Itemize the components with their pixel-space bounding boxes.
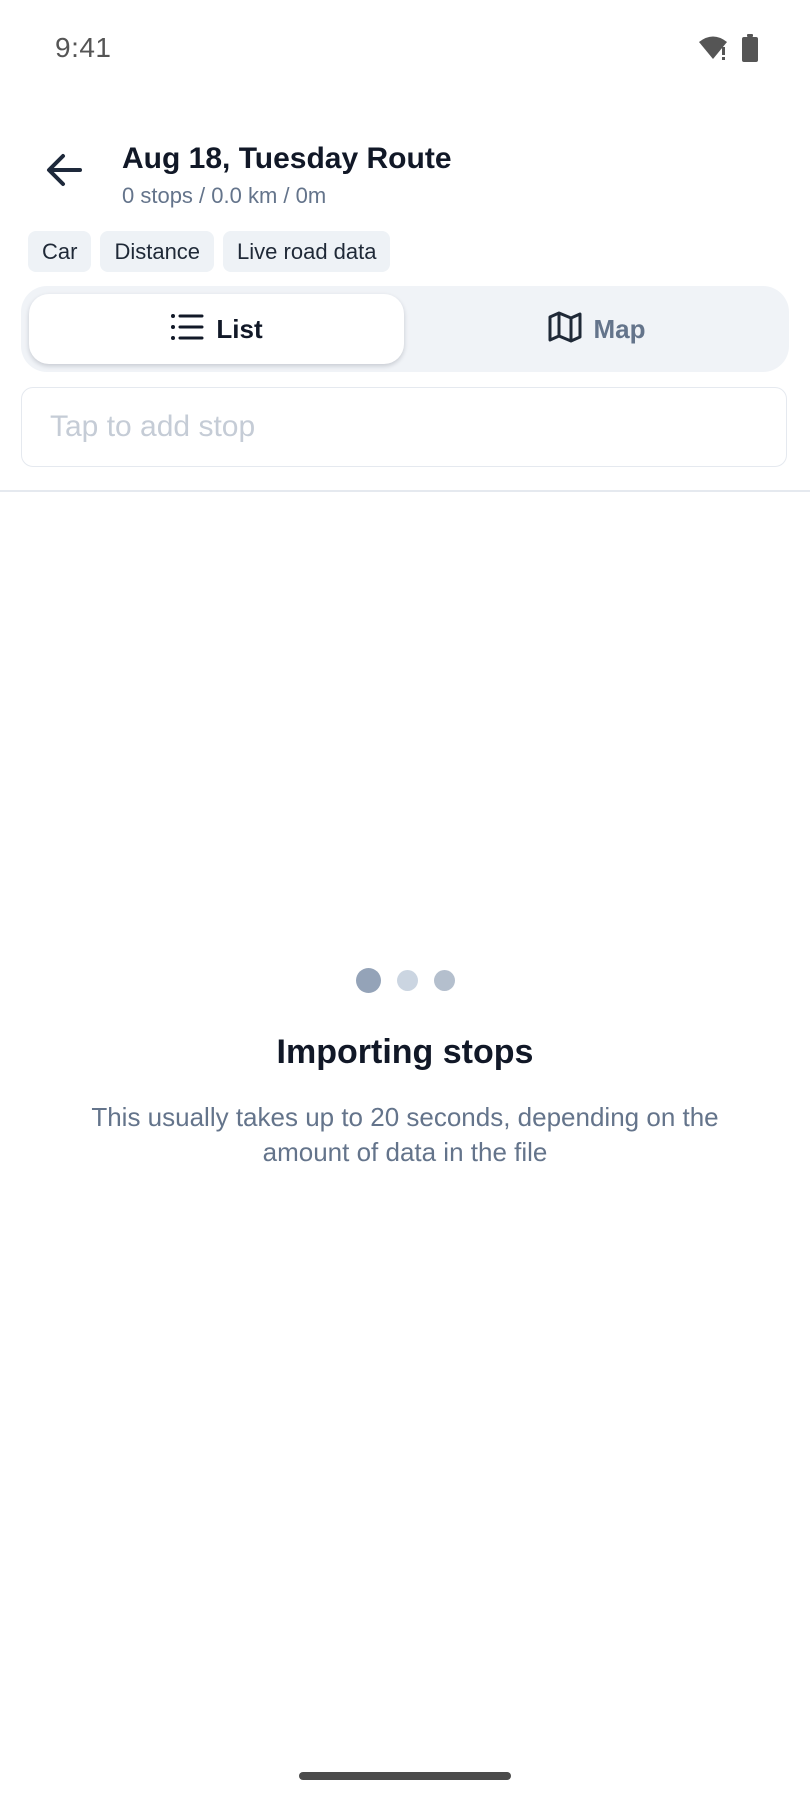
- add-stop-input[interactable]: Tap to add stop: [21, 387, 787, 467]
- back-button[interactable]: [36, 144, 92, 200]
- route-summary: 0 stops / 0.0 km / 0m: [122, 183, 327, 208]
- loading-dot: [355, 968, 381, 993]
- route-title: Aug 18, Tuesday Route: [122, 142, 452, 175]
- loading-dot: [433, 970, 455, 991]
- section-divider: [0, 490, 810, 492]
- loading-dot: [396, 970, 418, 991]
- tab-map-label: Map: [593, 313, 646, 344]
- route-settings-chips: Car Distance Live road data: [28, 231, 391, 272]
- battery-icon: [742, 34, 758, 67]
- list-icon: [170, 312, 204, 347]
- wifi-alert-icon: [698, 35, 728, 66]
- tab-list[interactable]: List: [29, 294, 404, 364]
- map-icon: [548, 311, 582, 348]
- arrow-left-icon: [45, 153, 83, 192]
- chip-optimization[interactable]: Distance: [100, 231, 215, 272]
- chip-live-road-data[interactable]: Live road data: [223, 231, 391, 272]
- status-time: 9:41: [55, 32, 112, 63]
- tab-map[interactable]: Map: [412, 294, 781, 364]
- loading-indicator: [0, 968, 810, 993]
- status-icons: [698, 34, 758, 67]
- view-toggle: List Map: [21, 286, 789, 372]
- status-bar: 9:41: [0, 0, 810, 100]
- tab-list-label: List: [216, 313, 263, 344]
- home-indicator[interactable]: [299, 1772, 511, 1780]
- loading-title: Importing stops: [276, 1033, 534, 1071]
- loading-description: This usually takes up to 20 seconds, dep…: [91, 1102, 719, 1167]
- chip-vehicle[interactable]: Car: [28, 231, 92, 272]
- route-header: Aug 18, Tuesday Route 0 stops / 0.0 km /…: [0, 130, 810, 230]
